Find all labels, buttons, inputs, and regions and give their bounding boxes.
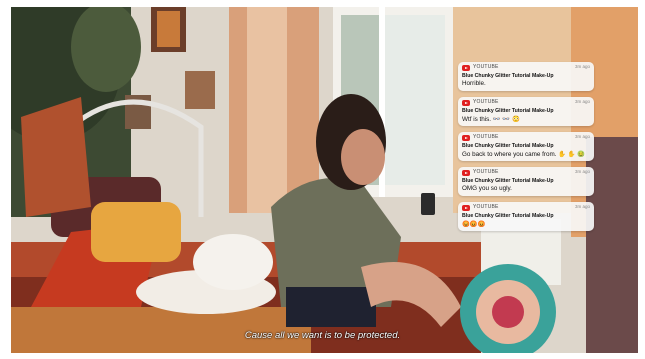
youtube-icon <box>462 100 470 106</box>
notification-card[interactable]: YOUTUBE 3m ago Blue Chunky Glitter Tutor… <box>458 97 594 126</box>
notification-time: 3m ago <box>574 169 590 174</box>
notification-time: 3m ago <box>574 204 590 209</box>
notification-card[interactable]: YOUTUBE 3m ago Blue Chunky Glitter Tutor… <box>458 202 594 231</box>
notification-message: Wtf is this. 👓 👓 😳 <box>462 116 520 123</box>
youtube-icon <box>462 65 470 71</box>
notification-title: Blue Chunky Glitter Tutorial Make-Up <box>462 143 554 149</box>
notification-app: YOUTUBE <box>473 99 499 105</box>
notification-time: 3m ago <box>574 99 590 104</box>
video-frame: YOUTUBE 3m ago Blue Chunky Glitter Tutor… <box>11 7 638 353</box>
notification-title: Blue Chunky Glitter Tutorial Make-Up <box>462 213 554 219</box>
notification-card[interactable]: YOUTUBE 3m ago Blue Chunky Glitter Tutor… <box>458 62 594 91</box>
notification-message: OMG you so ugly. <box>462 185 512 192</box>
notification-app: YOUTUBE <box>473 204 499 210</box>
notification-card[interactable]: YOUTUBE 3m ago Blue Chunky Glitter Tutor… <box>458 132 594 161</box>
youtube-icon <box>462 170 470 176</box>
notification-time: 3m ago <box>574 64 590 69</box>
youtube-icon <box>462 205 470 211</box>
notification-time: 3m ago <box>574 134 590 139</box>
notification-message: Go back to where you came from. ✋ ✋ 🤢 <box>462 151 586 158</box>
notification-app: YOUTUBE <box>473 134 499 140</box>
notification-title: Blue Chunky Glitter Tutorial Make-Up <box>462 178 554 184</box>
notification-app: YOUTUBE <box>473 64 499 70</box>
notification-message: Horrible. <box>462 80 486 87</box>
notification-app: YOUTUBE <box>473 169 499 175</box>
youtube-icon <box>462 135 470 141</box>
notification-title: Blue Chunky Glitter Tutorial Make-Up <box>462 73 554 79</box>
video-subtitle: Cause all we want is to be protected. <box>244 330 401 341</box>
notification-message: 😡😡😡 <box>462 221 486 228</box>
notification-title: Blue Chunky Glitter Tutorial Make-Up <box>462 108 554 114</box>
notification-card[interactable]: YOUTUBE 3m ago Blue Chunky Glitter Tutor… <box>458 167 594 196</box>
